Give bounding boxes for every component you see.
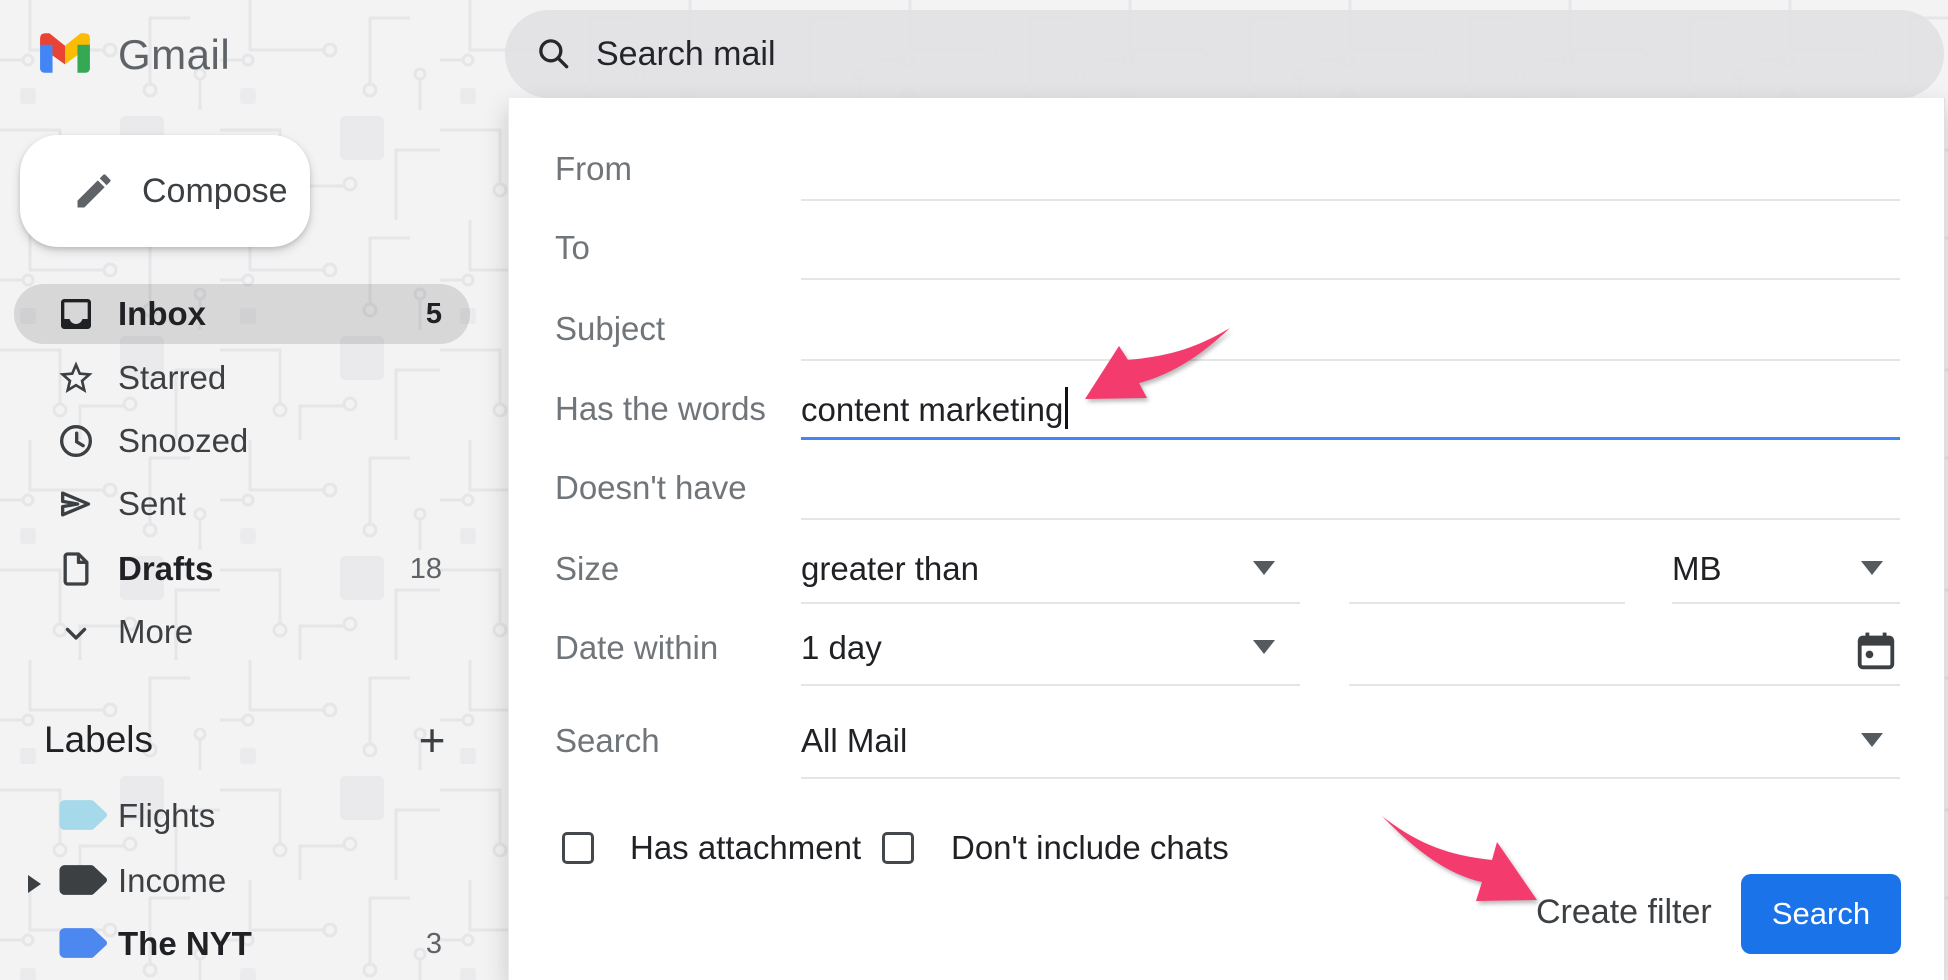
has-words-label: Has the words [555, 387, 766, 431]
label-name: Income [118, 851, 226, 911]
date-within-value: 1 day [801, 626, 882, 670]
create-filter-button[interactable]: Create filter [1536, 890, 1712, 934]
date-picker-input[interactable] [1349, 626, 1900, 686]
size-unit-underline [1672, 602, 1900, 604]
compose-button[interactable]: Compose [20, 135, 310, 247]
label-count: 3 [374, 914, 442, 974]
dont-include-chats-label[interactable]: Don't include chats [951, 826, 1229, 870]
sidebar-item-sent[interactable]: Sent [14, 474, 470, 534]
search-button-label: Search [1741, 874, 1901, 954]
sidebar-item-more[interactable]: More [14, 602, 470, 662]
to-underline [801, 278, 1900, 280]
expand-arrow-icon[interactable] [28, 875, 41, 893]
calendar-icon[interactable] [1853, 628, 1899, 674]
compose-label: Compose [142, 135, 288, 247]
date-within-underline [801, 684, 1300, 686]
advanced-search-panel: From To Subject Has the words content ma… [508, 98, 1945, 980]
doesnt-have-input[interactable] [801, 466, 1900, 516]
dropdown-caret-icon [1861, 733, 1883, 747]
size-operator-value: greater than [801, 547, 979, 591]
create-label-button[interactable]: + [404, 712, 460, 768]
doesnt-have-label: Doesn't have [555, 466, 747, 510]
search-scope-dropdown[interactable]: All Mail [801, 719, 1900, 779]
text-cursor [1065, 387, 1068, 429]
sidebar-item-drafts[interactable]: Drafts 18 [14, 539, 470, 599]
sidebar-item-label: Sent [118, 474, 186, 534]
dont-include-chats-checkbox[interactable] [882, 832, 914, 864]
search-input[interactable]: Search mail [596, 10, 776, 98]
clock-icon [56, 421, 96, 461]
sidebar-item-label: Starred [118, 348, 226, 408]
has-words-input[interactable]: content marketing [801, 387, 1900, 437]
search-scope-underline [801, 777, 1900, 779]
has-attachment-label[interactable]: Has attachment [630, 826, 861, 870]
label-tag-icon [58, 864, 110, 896]
sidebar-item-inbox[interactable]: Inbox 5 [14, 284, 470, 344]
label-name: The NYT [118, 914, 252, 974]
sidebar-item-label: More [118, 602, 193, 662]
sidebar-label-flights[interactable]: Flights [14, 786, 470, 846]
size-label: Size [555, 547, 619, 591]
to-label: To [555, 226, 590, 270]
date-within-label: Date within [555, 626, 718, 670]
drafts-count: 18 [374, 539, 442, 599]
from-underline [801, 199, 1900, 201]
has-words-underline-focused [801, 437, 1900, 440]
date-within-dropdown[interactable]: 1 day [801, 626, 1300, 686]
from-label: From [555, 147, 632, 191]
size-amount-underline [1349, 602, 1625, 604]
label-tag-icon [58, 927, 110, 959]
label-tag-icon [58, 799, 110, 831]
search-icon [535, 35, 573, 73]
labels-heading: Labels [44, 718, 153, 762]
sidebar-item-label: Inbox [118, 284, 206, 344]
inbox-count: 5 [374, 284, 442, 344]
chevron-down-icon [59, 616, 93, 650]
gmail-m-icon [38, 30, 92, 76]
subject-label: Subject [555, 307, 665, 351]
search-scope-value: All Mail [801, 719, 907, 763]
size-unit-dropdown[interactable]: MB [1672, 547, 1900, 604]
label-name: Flights [118, 786, 215, 846]
search-scope-label: Search [555, 719, 660, 763]
size-operator-dropdown[interactable]: greater than [801, 547, 1300, 604]
send-icon [56, 484, 96, 524]
dropdown-caret-icon [1861, 561, 1883, 575]
sidebar-label-the-nyt[interactable]: The NYT 3 [14, 914, 470, 974]
search-mail-bar[interactable]: Search mail [505, 10, 1944, 98]
dropdown-caret-icon [1253, 640, 1275, 654]
pencil-icon [72, 169, 116, 213]
dropdown-caret-icon [1253, 561, 1275, 575]
app-title: Gmail [118, 30, 230, 80]
size-amount-input[interactable] [1349, 547, 1625, 604]
size-unit-value: MB [1672, 547, 1722, 591]
sidebar-item-starred[interactable]: Starred [14, 348, 470, 408]
sidebar-label-income[interactable]: Income [14, 851, 470, 911]
gmail-logo[interactable]: Gmail [38, 30, 298, 80]
plus-icon: + [419, 714, 446, 766]
subject-underline [801, 359, 1900, 361]
to-input[interactable] [801, 226, 1900, 276]
sidebar-item-snoozed[interactable]: Snoozed [14, 411, 470, 471]
has-attachment-checkbox[interactable] [562, 832, 594, 864]
date-underline [1349, 684, 1900, 686]
search-button[interactable]: Search [1741, 874, 1901, 954]
doesnt-have-underline [801, 518, 1900, 520]
document-icon [56, 549, 96, 589]
star-icon [56, 358, 96, 398]
from-input[interactable] [801, 147, 1900, 197]
has-words-value: content marketing [801, 391, 1063, 428]
size-operator-underline [801, 602, 1300, 604]
inbox-icon [56, 294, 96, 334]
sidebar-item-label: Snoozed [118, 411, 248, 471]
sidebar-item-label: Drafts [118, 539, 213, 599]
subject-input[interactable] [801, 307, 1900, 357]
